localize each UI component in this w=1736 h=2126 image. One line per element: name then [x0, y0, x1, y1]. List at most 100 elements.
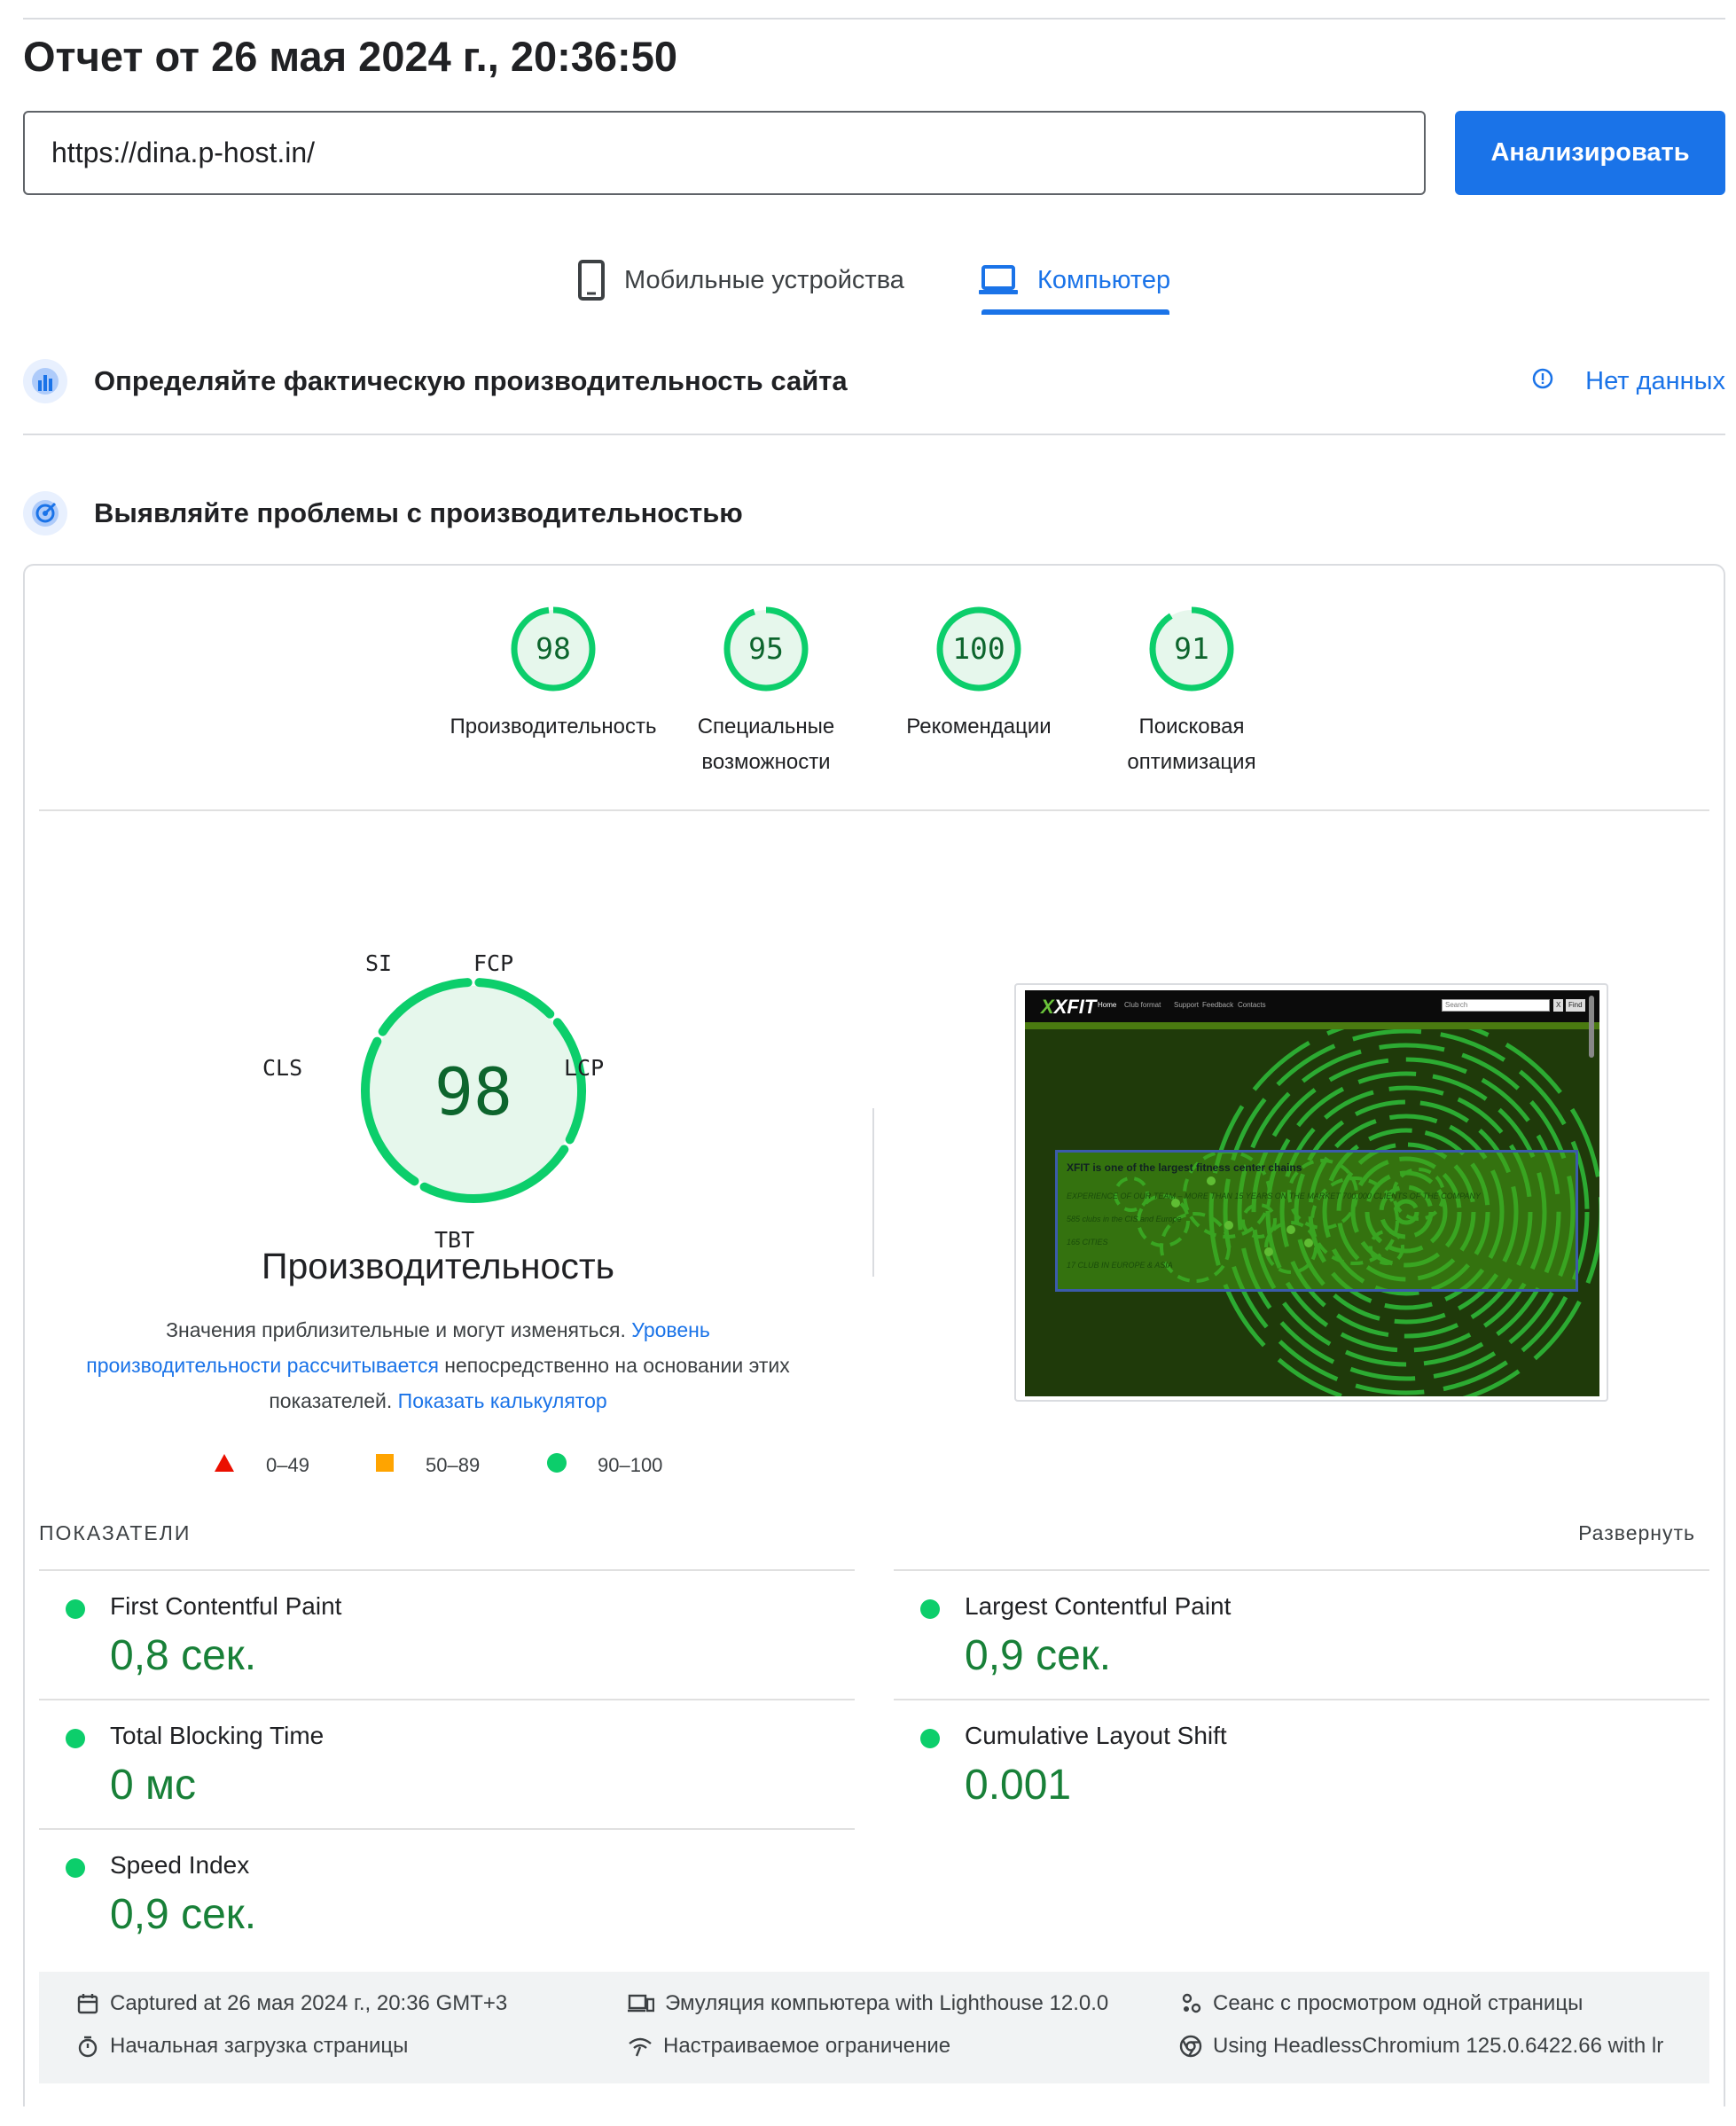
lab-data-icon: [23, 491, 67, 535]
legend-pass: 90–100: [546, 1452, 662, 1479]
screenshot-search: Search: [1442, 999, 1550, 1012]
info-icon: [1532, 367, 1553, 396]
metric-name: Cumulative Layout Shift: [965, 1722, 1227, 1749]
devices-icon: [628, 1992, 654, 2015]
session-icon: [1179, 1992, 1202, 2015]
tab-desktop-label: Компьютер: [1037, 265, 1171, 294]
square-icon: [374, 1452, 395, 1479]
phone-icon: [578, 260, 605, 301]
screenshot-headline: XFIT is one of the largest fitness cente…: [1067, 1161, 1302, 1174]
metric-name: Speed Index: [110, 1851, 250, 1879]
lab-data-section: Выявляйте проблемы с производительностью: [23, 481, 1725, 545]
vertical-divider: [872, 1108, 874, 1277]
metric-tbt: Total Blocking Time 0 мс: [39, 1699, 855, 1828]
metric-value: 0,9 сек.: [110, 1891, 257, 1938]
metric-value: 0,8 сек.: [110, 1632, 257, 1679]
tab-mobile-label: Мобильные устройства: [624, 265, 904, 294]
metric-fcp: First Contentful Paint 0,8 сек.: [39, 1569, 855, 1699]
screenshot-content: XXFIT Home Club format Support Feedback …: [1025, 990, 1599, 1396]
footer-emulation: Эмуляция компьютера with Lighthouse 12.0…: [628, 1991, 1108, 2016]
score-gauge-accessibility[interactable]: 95 Специальные возможности: [660, 606, 872, 780]
metric-value: 0 мс: [110, 1762, 197, 1809]
metric-name: Total Blocking Time: [110, 1722, 325, 1749]
triangle-icon: [213, 1452, 236, 1479]
footer-browser: Using HeadlessChromium 125.0.6422.66 wit…: [1179, 2034, 1663, 2059]
score-label: Поисковая оптимизация: [1127, 715, 1256, 774]
metrics-heading: ПОКАЗАТЕЛИ: [39, 1521, 192, 1544]
metric-label-si: SI: [365, 950, 393, 976]
score-gauge-seo[interactable]: 91 Поисковая оптимизация: [1085, 606, 1298, 780]
field-data-section: Определяйте фактическую производительнос…: [23, 349, 1725, 413]
calendar-icon: [76, 1992, 99, 2015]
legend-fail: 0–49: [213, 1452, 309, 1479]
performance-summary: 98 SI FCP LCP TBT CLS Производительность…: [39, 940, 837, 1436]
score-label: Специальные возможности: [697, 715, 835, 774]
expand-toggle[interactable]: Развернуть: [1578, 1521, 1695, 1545]
card-divider: [39, 809, 1709, 811]
screenshot-nav-item: Feedback: [1202, 1001, 1234, 1009]
metric-label-cls: CLS: [262, 1055, 303, 1081]
metric-cls: Cumulative Layout Shift 0.001: [894, 1699, 1709, 1828]
footer-captured: Captured at 26 мая 2024 г., 20:36 GMT+3: [76, 1991, 507, 2016]
section-divider: [23, 434, 1725, 435]
score-value: 91: [1174, 631, 1209, 666]
url-input[interactable]: [23, 111, 1426, 195]
pass-indicator: [66, 1599, 85, 1619]
legend-average: 50–89: [374, 1452, 480, 1479]
pass-indicator: [66, 1729, 85, 1748]
timer-icon: [76, 2035, 99, 2058]
screenshot-logo: XXFIT: [1041, 996, 1097, 1018]
chrome-icon: [1179, 2035, 1202, 2058]
report-title: Отчет от 26 мая 2024 г., 20:36:50: [23, 33, 677, 80]
no-data-link[interactable]: Нет данных: [1532, 349, 1725, 413]
score-value: 95: [748, 631, 784, 666]
pass-indicator: [920, 1729, 940, 1748]
lab-data-heading: Выявляйте проблемы с производительностью: [94, 497, 743, 528]
top-divider: [23, 18, 1725, 20]
screenshot-nav-item: Support: [1174, 1001, 1200, 1009]
tab-mobile[interactable]: Мобильные устройства: [578, 246, 904, 314]
score-gauge-best-practices[interactable]: 100 Рекомендации: [872, 606, 1085, 745]
footer-throttling: Настраиваемое ограничение: [628, 2034, 950, 2059]
screenshot-line: 165 CITIES: [1067, 1238, 1108, 1247]
score-label: Производительность: [450, 715, 657, 739]
circle-icon: [546, 1452, 567, 1479]
field-data-heading: Определяйте фактическую производительнос…: [94, 365, 848, 396]
page-screenshot: XXFIT Home Club format Support Feedback …: [1014, 983, 1608, 1402]
analyze-button[interactable]: Анализировать: [1455, 111, 1725, 195]
screenshot-scrollbar: [1589, 996, 1594, 1058]
legend-pass-label: 90–100: [598, 1454, 663, 1476]
screenshot-line: EXPERIENCE OF OUR TEAM – MORE THAN 15 YE…: [1067, 1192, 1481, 1200]
score-value: 100: [952, 631, 1005, 666]
legend-average-label: 50–89: [426, 1454, 481, 1476]
metric-name: First Contentful Paint: [110, 1592, 342, 1620]
screenshot-line: 17 CLUB IN EUROPE & ASIA: [1067, 1261, 1173, 1270]
metric-name: Largest Contentful Paint: [965, 1592, 1232, 1620]
footer-session: Сеанс с просмотром одной страницы: [1179, 1991, 1583, 2016]
field-data-icon: [23, 359, 67, 403]
pass-indicator: [920, 1599, 940, 1619]
active-tab-indicator: [981, 309, 1169, 315]
screenshot-nav-item: Home: [1098, 1001, 1117, 1009]
screenshot-nav-item: Contacts: [1238, 1001, 1266, 1009]
metric-value: 0.001: [965, 1762, 1072, 1809]
performance-description: Значения приблизительные и могут изменят…: [86, 1318, 790, 1412]
pass-indicator: [66, 1858, 85, 1878]
no-data-label: Нет данных: [1585, 366, 1725, 395]
screenshot-search-clear: X: [1553, 999, 1564, 1012]
footer-load: Начальная загрузка страницы: [76, 2034, 408, 2059]
screenshot-line: 585 clubs in the CIS and Europe: [1067, 1215, 1182, 1223]
metric-si: Speed Index 0,9 сек.: [39, 1828, 855, 1958]
score-label: Рекомендации: [906, 715, 1052, 739]
laptop-icon: [979, 265, 1018, 295]
legend-fail-label: 0–49: [266, 1454, 309, 1476]
score-gauge-performance[interactable]: 98 Производительность: [447, 606, 660, 745]
screenshot-search-find: Find: [1566, 999, 1585, 1012]
screenshot-hero-bar: [1025, 1022, 1599, 1029]
signal-icon: [628, 2035, 653, 2058]
show-calculator-link[interactable]: Показать калькулятор: [398, 1389, 607, 1412]
screenshot-info-box: XFIT is one of the largest fitness cente…: [1055, 1150, 1578, 1292]
performance-title: Производительность: [262, 1246, 614, 1286]
tab-desktop[interactable]: Компьютер: [979, 246, 1170, 314]
metric-label-fcp: FCP: [473, 950, 514, 976]
